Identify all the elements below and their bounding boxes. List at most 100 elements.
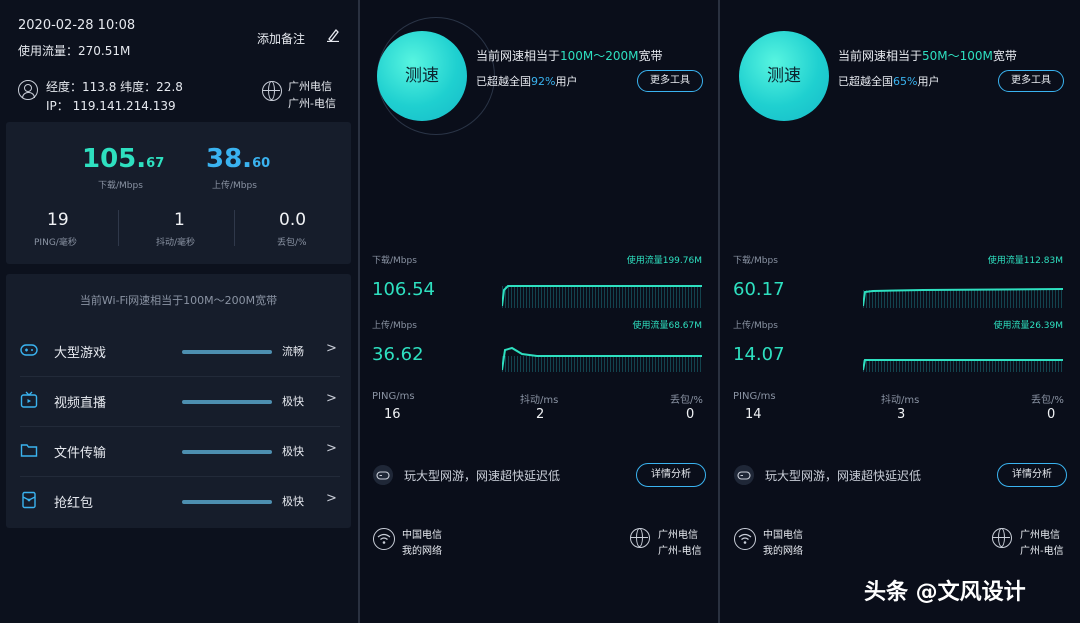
download-label: 下载/Mbps bbox=[733, 256, 778, 266]
jitter-label: 抖动/ms bbox=[520, 395, 559, 406]
speed-test-panel-1: 测速 当前网速相当于100M～200M宽带 已超越全国92%用户 更多工具 下载… bbox=[360, 0, 718, 623]
globe-icon bbox=[262, 81, 282, 101]
watermark: 头条 @文风设计 bbox=[864, 580, 1026, 605]
loss-label: 丢包/% bbox=[1031, 395, 1064, 406]
download-graph bbox=[863, 288, 1063, 308]
download-speed: 105.67 bbox=[82, 144, 165, 174]
capability-label: 视频直播 bbox=[54, 396, 107, 411]
upload-graph bbox=[863, 359, 1063, 372]
jitter-caption: 抖动/毫秒 bbox=[156, 238, 196, 248]
capability-row-redpacket[interactable]: 抢红包 极快 > bbox=[20, 478, 340, 526]
capability-bar bbox=[182, 350, 272, 354]
beat-percent: 已超越全国92%用户 bbox=[476, 75, 578, 88]
loss-label: 丢包/% bbox=[670, 395, 703, 406]
jitter-value: 1 bbox=[174, 210, 185, 230]
speed-test-button[interactable]: 测速 bbox=[377, 31, 467, 121]
row-divider bbox=[20, 376, 340, 377]
result-summary-panel: 2020-02-28 10:08 使用流量：270.51M 添加备注 经度：11… bbox=[0, 0, 358, 623]
globe-icon bbox=[992, 528, 1012, 548]
wifi-icon bbox=[734, 528, 756, 550]
capability-bar bbox=[182, 400, 272, 404]
capability-label: 大型游戏 bbox=[54, 346, 107, 361]
pencil-icon[interactable] bbox=[326, 28, 340, 42]
speed-equivalent: 当前网速相当于100M～200M宽带 bbox=[476, 49, 663, 63]
coordinates: 经度：113.8 纬度：22.8 bbox=[46, 80, 183, 94]
beat-percent: 已超越全国65%用户 bbox=[838, 75, 940, 88]
globe-icon bbox=[630, 528, 650, 548]
download-value: 106.54 bbox=[372, 279, 435, 300]
wifi-speed-title: 当前Wi-Fi网速相当于100M～200M宽带 bbox=[79, 294, 278, 307]
upload-label: 上传/Mbps bbox=[733, 321, 778, 331]
download-caption: 下载/Mbps bbox=[98, 181, 143, 191]
upload-graph bbox=[502, 346, 702, 372]
gamepad-icon bbox=[20, 344, 38, 356]
loss-value: 0 bbox=[1047, 407, 1056, 422]
capability-row-gaming[interactable]: 大型游戏 流畅 > bbox=[20, 328, 340, 376]
speed-result-card: 105.67 下载/Mbps 38.60 上传/Mbps 19 PING/毫秒 … bbox=[6, 122, 351, 264]
capability-bar bbox=[182, 500, 272, 504]
upload-usage: 使用流量68.67M bbox=[632, 321, 702, 331]
capability-row-file[interactable]: 文件传输 极快 > bbox=[20, 428, 340, 476]
upload-value: 36.62 bbox=[372, 344, 424, 365]
download-graph bbox=[502, 285, 702, 308]
local-network: 我的网络 bbox=[763, 546, 803, 557]
capability-row-video[interactable]: 视频直播 极快 > bbox=[20, 378, 340, 426]
chevron-right-icon: > bbox=[326, 441, 337, 456]
speed-test-panel-2: 测速 当前网速相当于50M～100M宽带 已超越全国65%用户 更多工具 下载/… bbox=[720, 0, 1080, 623]
capability-level: 流畅 bbox=[282, 345, 304, 358]
download-usage: 使用流量199.76M bbox=[626, 256, 702, 266]
folder-icon bbox=[20, 444, 38, 457]
red-packet-icon bbox=[22, 491, 36, 509]
speed-equivalent: 当前网速相当于50M～100M宽带 bbox=[838, 49, 1017, 63]
detail-analysis-button[interactable]: 详情分析 bbox=[636, 463, 706, 487]
chevron-right-icon: > bbox=[326, 491, 337, 506]
game-recommendation: 玩大型网游，网速超快延迟低 bbox=[765, 469, 922, 483]
loss-caption: 丢包/% bbox=[277, 238, 307, 248]
more-tools-button[interactable]: 更多工具 bbox=[637, 70, 703, 92]
local-isp: 中国电信 bbox=[763, 530, 803, 541]
more-tools-button[interactable]: 更多工具 bbox=[998, 70, 1064, 92]
capability-level: 极快 bbox=[282, 395, 304, 408]
chevron-right-icon: > bbox=[326, 341, 337, 356]
stat-divider bbox=[234, 210, 235, 246]
download-label: 下载/Mbps bbox=[372, 256, 417, 266]
upload-usage: 使用流量26.39M bbox=[993, 321, 1063, 331]
gamepad-icon bbox=[734, 465, 754, 485]
jitter-value: 2 bbox=[536, 407, 545, 422]
local-isp: 中国电信 bbox=[402, 530, 442, 541]
ip-address: IP： 119.141.214.139 bbox=[46, 99, 176, 113]
capability-level: 极快 bbox=[282, 495, 304, 508]
ping-label: PING/ms bbox=[372, 391, 415, 402]
server-isp: 广州电信 bbox=[1020, 530, 1060, 541]
server-region: 广州-电信 bbox=[658, 546, 702, 557]
upload-speed: 38.60 bbox=[206, 144, 271, 174]
data-usage: 使用流量：270.51M bbox=[18, 44, 131, 58]
game-recommendation: 玩大型网游，网速超快延迟低 bbox=[404, 469, 561, 483]
isp-name: 广州电信 bbox=[288, 80, 332, 93]
ping-value: 16 bbox=[384, 407, 401, 422]
add-note-button[interactable]: 添加备注 bbox=[257, 30, 305, 47]
capability-level: 极快 bbox=[282, 445, 304, 458]
upload-caption: 上传/Mbps bbox=[212, 181, 257, 191]
ping-label: PING/ms bbox=[733, 391, 776, 402]
loss-value: 0.0 bbox=[279, 210, 307, 230]
wifi-capability-card: 当前Wi-Fi网速相当于100M～200M宽带 大型游戏 流畅 > 视频直播 极… bbox=[6, 274, 351, 528]
chevron-right-icon: > bbox=[326, 391, 337, 406]
jitter-label: 抖动/ms bbox=[881, 395, 920, 406]
test-datetime: 2020-02-28 10:08 bbox=[18, 18, 136, 33]
detail-analysis-button[interactable]: 详情分析 bbox=[997, 463, 1067, 487]
upload-label: 上传/Mbps bbox=[372, 321, 417, 331]
row-divider bbox=[20, 476, 340, 477]
upload-value: 14.07 bbox=[733, 344, 785, 365]
download-value: 60.17 bbox=[733, 279, 785, 300]
capability-label: 文件传输 bbox=[54, 446, 107, 461]
speed-test-button[interactable]: 测速 bbox=[739, 31, 829, 121]
ping-value: 14 bbox=[745, 407, 762, 422]
row-divider bbox=[20, 426, 340, 427]
tv-icon bbox=[20, 391, 38, 408]
ping-value: 19 bbox=[47, 210, 69, 230]
isp-region: 广州-电信 bbox=[288, 97, 336, 110]
user-location-icon bbox=[18, 80, 38, 100]
jitter-value: 3 bbox=[897, 407, 906, 422]
capability-bar bbox=[182, 450, 272, 454]
